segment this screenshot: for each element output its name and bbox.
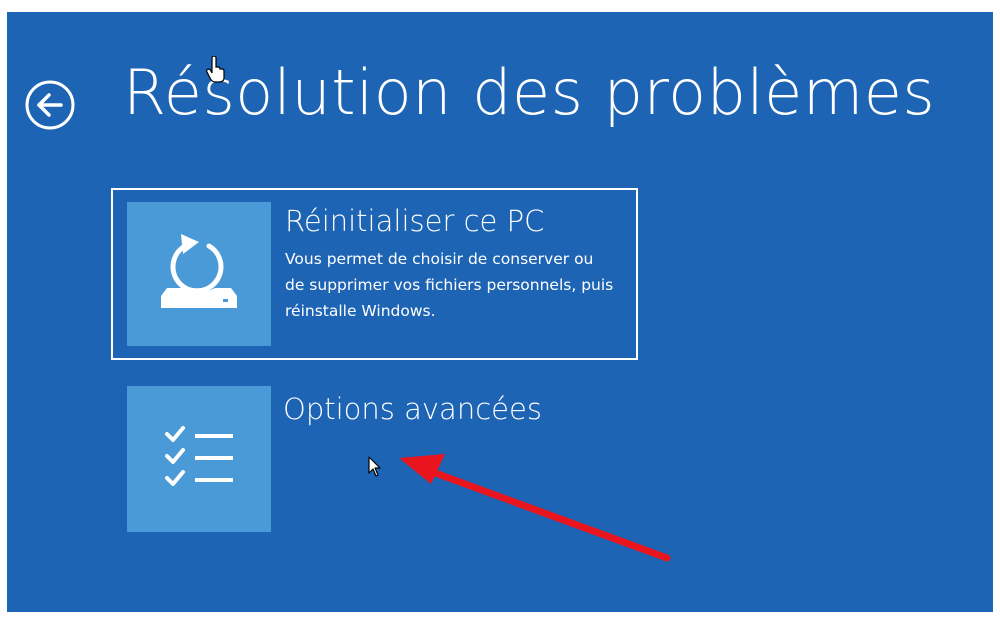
advanced-options-tile xyxy=(127,386,271,532)
reset-pc-tile xyxy=(127,202,271,346)
advanced-options-option[interactable]: Options avancées xyxy=(111,380,638,542)
back-arrow-circle-icon xyxy=(25,80,75,130)
reset-pc-icon xyxy=(161,234,237,308)
checklist-icon xyxy=(165,426,233,486)
reset-pc-description: Vous permet de choisir de conserver ou d… xyxy=(285,250,614,320)
recovery-screen: Résolution des problèmes Réinitialiser c… xyxy=(7,12,993,612)
reset-pc-option[interactable]: Réinitialiser ce PC Vous permet de chois… xyxy=(111,188,638,360)
advanced-options-title: Options avancées xyxy=(283,392,542,426)
reset-pc-title: Réinitialiser ce PC xyxy=(285,204,545,238)
back-button[interactable] xyxy=(23,78,77,132)
page-title: Résolution des problèmes xyxy=(123,56,936,129)
